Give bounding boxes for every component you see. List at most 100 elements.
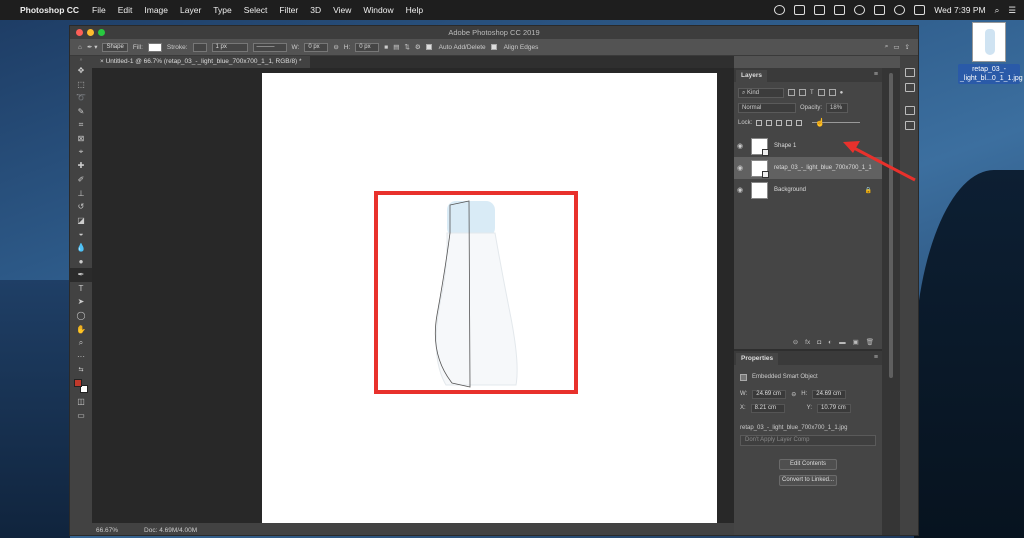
align-edges-checkbox[interactable] — [490, 44, 497, 50]
tab-layers[interactable]: Layers — [736, 70, 767, 82]
menu-layer[interactable]: Layer — [180, 5, 201, 15]
document-tab[interactable]: × Untitled-1 @ 66.7% (retap_03_-_light_b… — [92, 56, 310, 68]
menu-clock[interactable]: Wed 7:39 PM — [934, 5, 985, 15]
document-size[interactable]: Doc: 4.69M/4.00M — [144, 527, 197, 534]
zoom-level[interactable]: 66.67% — [96, 527, 118, 534]
auto-add-delete-checkbox[interactable] — [425, 44, 432, 50]
filter-type-icon[interactable]: T — [810, 90, 814, 96]
layer-name[interactable]: retap_03_-_light_blue_700x700_1_1 — [774, 165, 872, 171]
adjustment-layer-icon[interactable]: ◐ — [828, 339, 832, 346]
x-input[interactable]: 8.21 cm — [750, 403, 785, 413]
lock-artboard-icon[interactable] — [786, 119, 793, 126]
volume-icon[interactable] — [914, 5, 926, 15]
stroke-width-input[interactable]: 1 px — [211, 42, 248, 52]
cc-icon[interactable] — [854, 5, 866, 15]
pen-tool-icon[interactable]: ✒ — [70, 267, 92, 282]
menu-filter[interactable]: Filter — [279, 5, 298, 15]
vpn-icon[interactable] — [794, 5, 806, 15]
crop-tool-icon[interactable]: ⌗ — [70, 118, 92, 132]
quick-selection-tool-icon[interactable]: ✎ — [70, 105, 92, 119]
stroke-type-select[interactable]: ——— — [252, 42, 287, 52]
filter-smart-object-icon[interactable] — [828, 89, 836, 96]
layer-row[interactable]: ◉ Background 🔒 — [734, 179, 882, 201]
eraser-tool-icon[interactable]: ◪ — [70, 214, 92, 228]
hand-tool-icon[interactable]: ✋ — [70, 322, 92, 336]
fill-swatch[interactable] — [147, 42, 162, 52]
type-tool-icon[interactable]: T — [70, 282, 92, 296]
lasso-tool-icon[interactable]: ➰ — [70, 91, 92, 105]
default-colors-icon[interactable]: ⇆ — [70, 363, 92, 377]
stroke-swatch[interactable] — [192, 42, 207, 52]
healing-brush-tool-icon[interactable]: ✚ — [70, 159, 92, 173]
minimize-window-button[interactable] — [87, 29, 94, 36]
y-input[interactable]: 10.79 cm — [817, 403, 852, 413]
search-icon[interactable]: ⌕ — [885, 43, 889, 51]
layer-name[interactable]: Background — [774, 187, 806, 193]
libraries-panel-icon[interactable] — [905, 83, 915, 92]
clone-stamp-tool-icon[interactable]: ⊥ — [70, 186, 92, 200]
lock-image-icon[interactable] — [766, 119, 773, 126]
new-group-icon[interactable]: ▬ — [839, 339, 846, 346]
lock-pixels-icon[interactable] — [756, 119, 763, 126]
new-layer-icon[interactable]: ▣ — [853, 338, 859, 346]
brush-tool-icon[interactable]: ✐ — [70, 173, 92, 187]
adjustments-panel-icon[interactable] — [905, 106, 915, 115]
ellipse-tool-icon[interactable]: ◯ — [70, 309, 92, 323]
panel-menu-icon[interactable]: ≡ — [874, 354, 878, 361]
menu-image[interactable]: Image — [144, 5, 168, 15]
trash-icon[interactable]: 🗑 — [866, 338, 874, 346]
history-brush-tool-icon[interactable]: ↺ — [70, 200, 92, 214]
add-mask-icon[interactable]: ◘ — [817, 339, 821, 346]
document-canvas[interactable] — [262, 73, 717, 528]
share-icon[interactable]: ⇪ — [905, 43, 910, 51]
move-tool-icon[interactable]: ✥ — [70, 64, 92, 78]
battery-icon[interactable] — [874, 5, 886, 15]
wifi-icon[interactable] — [894, 5, 906, 15]
tool-icon[interactable] — [834, 5, 846, 15]
home-icon[interactable]: ⌂ — [78, 44, 82, 51]
opacity-input[interactable]: 18% — [826, 102, 849, 113]
record-icon[interactable] — [774, 5, 786, 15]
menu-view[interactable]: View — [333, 5, 351, 15]
menu-3d[interactable]: 3D — [310, 5, 321, 15]
search-icon[interactable]: ⌕ — [995, 5, 1000, 16]
lock-icon[interactable]: 🔒 — [865, 187, 872, 194]
blur-tool-icon[interactable]: 💧 — [70, 241, 92, 255]
screen-mode-icon[interactable]: ▭ — [70, 408, 92, 422]
link-icon[interactable]: ⊖ — [791, 391, 796, 398]
eyedropper-tool-icon[interactable]: ⌖ — [70, 146, 92, 160]
filter-adjustment-icon[interactable] — [799, 89, 806, 96]
zoom-tool-icon[interactable]: ⌕ — [70, 336, 92, 350]
zoom-window-button[interactable] — [98, 29, 105, 36]
gear-icon[interactable]: ⚙ — [415, 43, 421, 51]
menu-select[interactable]: Select — [244, 5, 268, 15]
tool-mode-select[interactable]: Shape — [102, 42, 128, 52]
close-tab-icon[interactable]: × — [100, 58, 104, 65]
marquee-tool-icon[interactable]: ⬚ — [70, 78, 92, 92]
path-selection-tool-icon[interactable]: ➤ — [70, 295, 92, 309]
more-tools-icon[interactable]: ··· — [70, 349, 92, 363]
path-alignment-icon[interactable]: ▤ — [393, 43, 399, 51]
pen-tool-preset-icon[interactable]: ✒ ▾ — [87, 43, 98, 51]
desktop-file[interactable]: retap_03_-_light_bl...0_1_1.jpg — [958, 22, 1023, 84]
visibility-eye-icon[interactable]: ◉ — [737, 186, 745, 194]
layer-row[interactable]: ◉ Shape 1 — [734, 135, 882, 157]
panel-menu-icon[interactable]: ≡ — [874, 71, 878, 78]
filter-toggle-icon[interactable]: ● — [840, 90, 844, 96]
menu-help[interactable]: Help — [406, 5, 423, 15]
menu-file[interactable]: File — [92, 5, 106, 15]
filter-shape-icon[interactable] — [817, 89, 825, 96]
control-center-icon[interactable]: ☰ — [1008, 5, 1016, 16]
convert-to-linked-button[interactable]: Convert to Linked... — [779, 475, 837, 486]
height-input[interactable]: 0 px — [355, 42, 380, 52]
opacity-slider[interactable]: ☝ — [812, 118, 861, 127]
width-input[interactable]: 0 px — [304, 42, 329, 52]
menu-type[interactable]: Type — [213, 5, 231, 15]
path-arrangement-icon[interactable]: ⇅ — [404, 43, 409, 51]
layer-filter-select[interactable]: ⌕ Kind — [738, 87, 784, 98]
close-window-button[interactable] — [76, 29, 83, 36]
dropbox-icon[interactable] — [814, 5, 826, 15]
frame-tool-icon[interactable]: ⊠ — [70, 132, 92, 146]
height-input[interactable]: 24.69 cm — [812, 389, 847, 399]
tab-properties[interactable]: Properties — [736, 353, 779, 365]
